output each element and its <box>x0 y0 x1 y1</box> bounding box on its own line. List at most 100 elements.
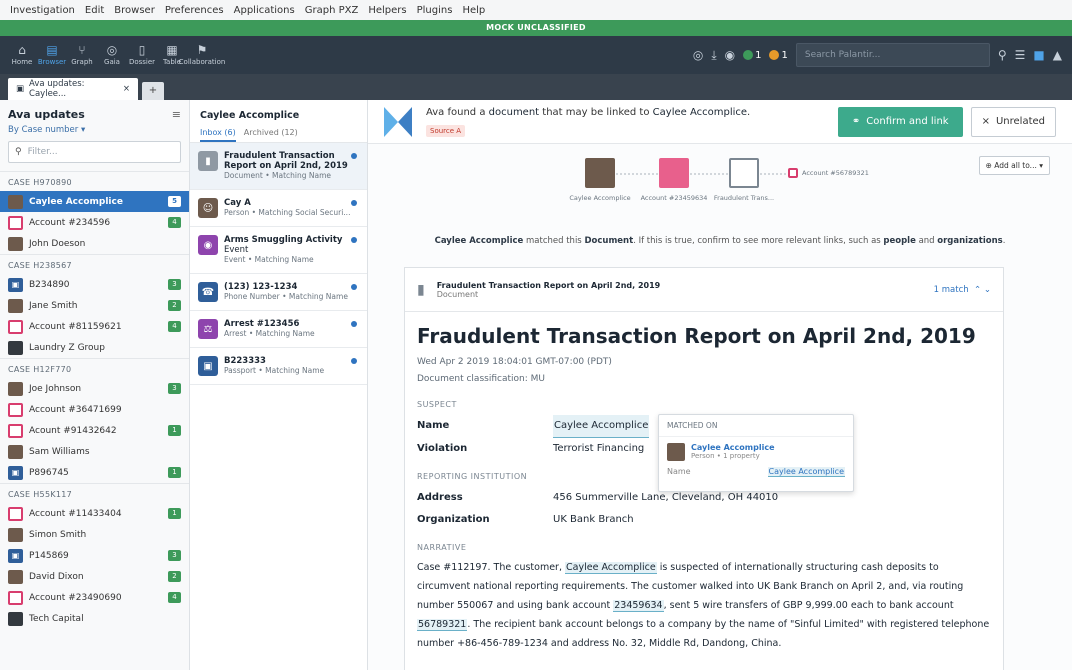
inbox-item[interactable]: ▣ B223333 Passport • Matching Name <box>190 348 367 385</box>
account-link-2[interactable]: 56789321 <box>417 619 468 631</box>
sidebar-item[interactable]: Sam Williams <box>0 441 189 462</box>
close-icon: × <box>981 116 990 127</box>
menu-item-6[interactable]: Helpers <box>368 5 406 16</box>
graph-node-account-2[interactable]: Account #56789321 <box>788 168 869 178</box>
search-input[interactable]: Search Palantir... <box>795 43 990 67</box>
user-icon[interactable]: ■ <box>1033 48 1044 62</box>
inbox-item[interactable]: ◉ Arms Smuggling Activity Event Event • Mat… <box>190 227 367 274</box>
group-by-dropdown[interactable]: By Case number ▾ <box>0 125 189 141</box>
case-header: CASE H12F770 <box>0 358 189 378</box>
sidebar-item[interactable]: Tech Capital <box>0 608 189 629</box>
match-count[interactable]: 1 match ⌃ ⌄ <box>934 285 991 295</box>
unread-dot <box>351 200 357 206</box>
search-icon[interactable]: ⚲ <box>998 48 1007 62</box>
count-badge: 3 <box>168 550 181 561</box>
passport-icon: ▣ <box>8 277 23 292</box>
sidebar-item[interactable]: John Doeson <box>0 233 189 254</box>
eye-icon[interactable]: ◉ <box>725 48 735 62</box>
menu-item-2[interactable]: Browser <box>114 5 155 16</box>
menu-item-3[interactable]: Preferences <box>165 5 224 16</box>
toolbar-collaboration-button[interactable]: ⚑ Collaboration <box>179 43 226 66</box>
match-explanation: Caylee Accomplice matched this Document.… <box>434 236 1006 246</box>
unrelated-button[interactable]: × Unrelated <box>970 106 1056 137</box>
sidebar-item[interactable]: ▣ P896745 1 <box>0 462 189 483</box>
graph-icon: ⑂ <box>78 43 86 57</box>
case-header: CASE H970890 <box>0 171 189 191</box>
list-icon[interactable]: ☰ <box>1015 48 1026 62</box>
menu-item-8[interactable]: Help <box>462 5 485 16</box>
narrative-name-link[interactable]: Caylee Accomplice <box>565 562 657 574</box>
tab-archived[interactable]: Archived (12) <box>244 128 298 142</box>
collaboration-icon: ⚑ <box>196 43 208 57</box>
sidebar-item[interactable]: Laundry Z Group <box>0 337 189 358</box>
group-icon <box>8 340 23 355</box>
sidebar-item[interactable]: Caylee Accomplice 5 <box>0 191 189 212</box>
menu-item-4[interactable]: Applications <box>234 5 295 16</box>
toolbar-graph-button[interactable]: ⑂ Graph <box>70 44 94 66</box>
unread-dot <box>351 237 357 243</box>
tab-inbox[interactable]: Inbox (6) <box>200 128 236 142</box>
sidebar-item[interactable]: Account #11433404 1 <box>0 503 189 524</box>
account-icon <box>8 319 23 334</box>
menu-item-1[interactable]: Edit <box>85 5 104 16</box>
graph-node-document[interactable]: Fraudulent Trans... <box>709 158 779 202</box>
sidebar-item[interactable]: Account #81159621 4 <box>0 316 189 337</box>
toolbar-gaia-button[interactable]: ◎ Gaia <box>100 44 124 66</box>
target-icon[interactable]: ◎ <box>693 48 703 62</box>
tab-icon: ▣ <box>16 84 25 94</box>
new-tab-button[interactable]: + <box>142 82 164 100</box>
collapse-icon[interactable]: ≡ <box>172 108 181 121</box>
toolbar-dossier-button[interactable]: ▯ Dossier <box>129 43 155 66</box>
sidebar-item[interactable]: Jane Smith 2 <box>0 295 189 316</box>
close-icon[interactable]: × <box>123 84 130 94</box>
menu-item-5[interactable]: Graph PXZ <box>305 5 359 16</box>
sidebar-item[interactable]: Joe Johnson 3 <box>0 378 189 399</box>
confirm-and-link-button[interactable]: ⚭ Confirm and link <box>837 106 963 137</box>
count-badge: 1 <box>168 467 181 478</box>
sidebar-item[interactable]: Simon Smith <box>0 524 189 545</box>
sidebar-item[interactable]: Acount #91432642 1 <box>0 420 189 441</box>
inbox-title: Caylee Accomplice <box>200 110 300 121</box>
person-avatar <box>8 444 23 459</box>
person-avatar <box>8 569 23 584</box>
sidebar-item[interactable]: ▣ B234890 3 <box>0 274 189 295</box>
sidebar-item[interactable]: David Dixon 2 <box>0 566 189 587</box>
toolbar-browser-button[interactable]: ▤ Browser <box>38 44 66 66</box>
link-graph: ⊕ Add all to... ▾ Caylee Accomplice Acco… <box>368 144 1072 232</box>
home-icon: ⌂ <box>18 43 26 57</box>
toolbar-home-button[interactable]: ⌂ Home <box>10 44 34 66</box>
document-icon: ▮ <box>417 281 425 298</box>
inbox-item[interactable]: ☺ Cay A Person • Matching Social Securi... <box>190 190 367 227</box>
graph-node-person[interactable]: Caylee Accomplice <box>565 158 635 202</box>
menu-item-7[interactable]: Plugins <box>417 5 453 16</box>
tab-ava-updates[interactable]: ▣ Ava updates: Caylee... × <box>8 78 138 100</box>
status-orange[interactable]: 1 <box>769 50 788 61</box>
menu-item-0[interactable]: Investigation <box>10 5 75 16</box>
matched-name-link[interactable]: Caylee Accomplice <box>553 415 650 438</box>
account-icon <box>8 506 23 521</box>
detail-panel: Ava found a document that may be linked … <box>368 100 1072 670</box>
sidebar-item[interactable]: Account #234596 4 <box>0 212 189 233</box>
download-icon[interactable]: ⤓ <box>711 48 716 63</box>
status-green[interactable]: 1 <box>743 50 761 61</box>
filter-input[interactable]: ⚲ Filter... <box>8 141 181 163</box>
count-badge: 2 <box>168 571 181 582</box>
graph-node-account[interactable]: Account #23459634 <box>639 158 709 202</box>
inbox-item[interactable]: ▮ Fraudulent Transaction Report on April … <box>190 143 367 190</box>
count-badge: 1 <box>168 508 181 519</box>
inbox-item[interactable]: ☎ (123) 123-1234 Phone Number • Matching N… <box>190 274 367 311</box>
sidebar-item[interactable]: Account #36471699 <box>0 399 189 420</box>
account-icon <box>8 423 23 438</box>
menu-bar: Investigation Edit Browser Preferences Appli… <box>0 0 1072 20</box>
tab-bar: ▣ Ava updates: Caylee... × + <box>0 74 1072 100</box>
sidebar-item[interactable]: Account #23490690 4 <box>0 587 189 608</box>
unread-dot <box>351 321 357 327</box>
person-avatar <box>8 381 23 396</box>
account-link-1[interactable]: 23459634 <box>613 600 664 612</box>
sidebar-item[interactable]: ▣ P145869 3 <box>0 545 189 566</box>
dossier-icon: ▯ <box>138 43 146 57</box>
inbox-item[interactable]: ⚖ Arrest #123456 Arrest • Matching Name <box>190 311 367 348</box>
document-date: Wed Apr 2 2019 18:04:01 GMT-07:00 (PDT) <box>417 357 612 367</box>
unread-dot <box>351 284 357 290</box>
bell-icon[interactable]: ▲ <box>1053 48 1062 62</box>
